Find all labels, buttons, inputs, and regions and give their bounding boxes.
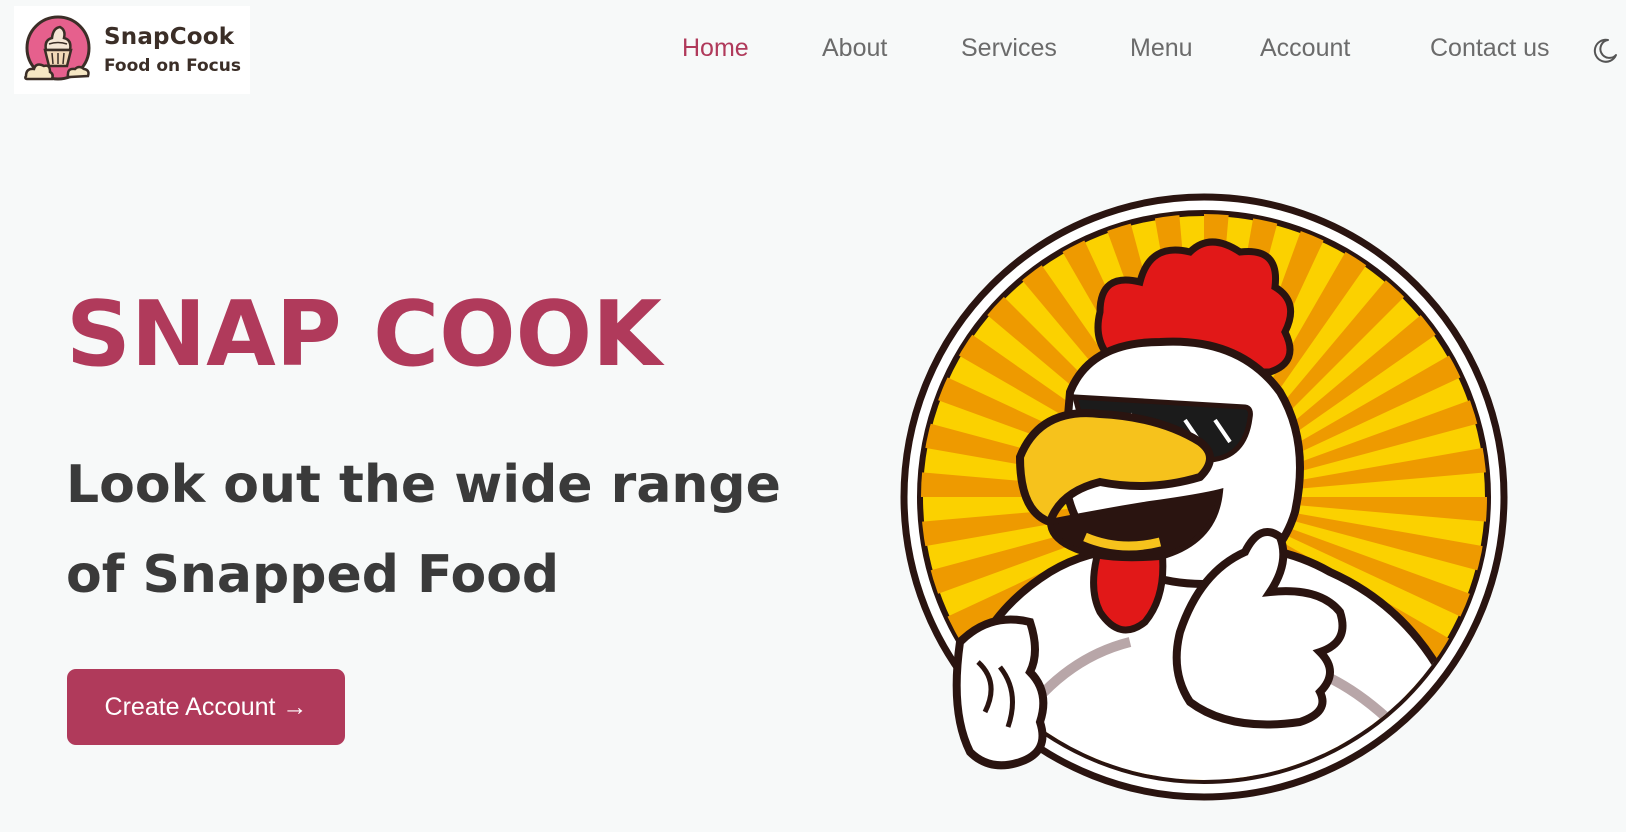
brand-text: SnapCook Food on Focus bbox=[104, 23, 241, 76]
nav-item-menu[interactable]: Menu bbox=[1130, 34, 1193, 63]
nav-item-home[interactable]: Home bbox=[682, 34, 749, 63]
brand-name: SnapCook bbox=[104, 23, 235, 50]
moon-icon[interactable] bbox=[1590, 36, 1620, 66]
create-account-button[interactable]: Create Account → bbox=[67, 669, 345, 745]
brand-logo[interactable]: SnapCook Food on Focus bbox=[14, 6, 250, 94]
nav-item-account[interactable]: Account bbox=[1260, 34, 1350, 63]
brand-tagline: Food on Focus bbox=[104, 55, 241, 76]
nav-item-about[interactable]: About bbox=[822, 34, 887, 63]
nav-item-services[interactable]: Services bbox=[961, 34, 1057, 63]
cupcake-icon bbox=[22, 14, 94, 86]
rooster-mascot-icon bbox=[900, 192, 1514, 812]
hero-subtitle: Look out the wide range of Snapped Food bbox=[66, 455, 781, 605]
nav-item-contact-us[interactable]: Contact us bbox=[1430, 34, 1550, 63]
hero-title: SNAP COOK bbox=[66, 282, 662, 387]
